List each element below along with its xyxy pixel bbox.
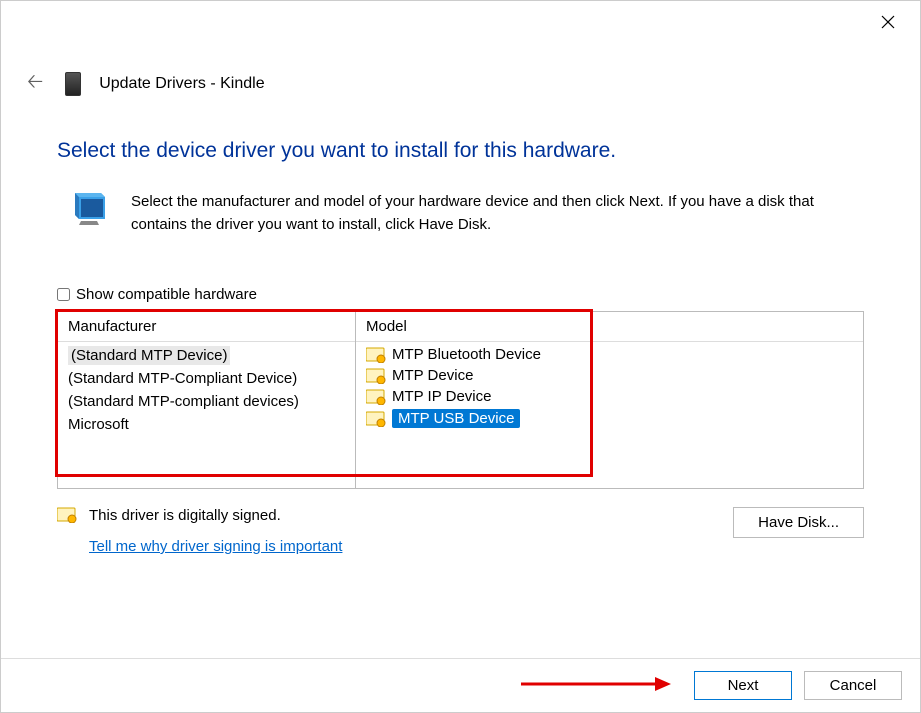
model-item[interactable]: MTP USB Device [356,407,863,430]
button-bar: Next Cancel [1,658,920,712]
model-item[interactable]: MTP Bluetooth Device [356,344,863,365]
manufacturer-item[interactable]: Microsoft [58,413,355,436]
monitor-icon [71,193,107,227]
certificate-icon [366,368,386,384]
signed-text: This driver is digitally signed. [89,507,342,524]
page-heading: Select the device driver you want to ins… [57,139,864,163]
close-button[interactable] [866,7,910,37]
footer-info: This driver is digitally signed. Tell me… [57,507,864,555]
model-item[interactable]: MTP Device [356,365,863,386]
model-list[interactable]: MTP Bluetooth Device MTP Device MTP IP D… [356,342,863,488]
manufacturer-item[interactable]: (Standard MTP-Compliant Device) [58,367,355,390]
manufacturer-list[interactable]: (Standard MTP Device) (Standard MTP-Comp… [58,342,355,488]
instruction-row: Select the manufacturer and model of you… [57,191,864,236]
cancel-button[interactable]: Cancel [804,671,902,700]
header: 🡠 Update Drivers - Kindle [1,41,920,113]
certificate-icon [366,411,386,427]
driver-grid: Manufacturer (Standard MTP Device) (Stan… [57,311,864,489]
content-area: Select the device driver you want to ins… [1,113,920,555]
manufacturer-header: Manufacturer [58,312,355,342]
titlebar [1,1,920,41]
model-header: Model [356,312,863,342]
model-column: Model MTP Bluetooth Device MTP Device [356,312,863,488]
certificate-icon [57,507,77,523]
have-disk-button[interactable]: Have Disk... [733,507,864,538]
device-icon [65,72,81,96]
show-compatible-checkbox[interactable] [57,288,70,301]
certificate-icon [366,347,386,363]
close-icon [881,15,895,29]
show-compatible-label[interactable]: Show compatible hardware [76,286,257,303]
model-item[interactable]: MTP IP Device [356,386,863,407]
window-title: Update Drivers - Kindle [99,75,264,93]
manufacturer-item[interactable]: (Standard MTP-compliant devices) [58,390,355,413]
update-drivers-window: 🡠 Update Drivers - Kindle Select the dev… [0,0,921,713]
signed-block: This driver is digitally signed. Tell me… [57,507,342,555]
compat-checkbox-row: Show compatible hardware [57,286,864,303]
manufacturer-item[interactable]: (Standard MTP Device) [58,344,355,367]
back-button[interactable]: 🡠 [23,65,47,103]
signing-info-link[interactable]: Tell me why driver signing is important [89,538,342,555]
manufacturer-column: Manufacturer (Standard MTP Device) (Stan… [58,312,356,488]
certificate-icon [366,389,386,405]
instruction-text: Select the manufacturer and model of you… [131,191,864,236]
next-button[interactable]: Next [694,671,792,700]
